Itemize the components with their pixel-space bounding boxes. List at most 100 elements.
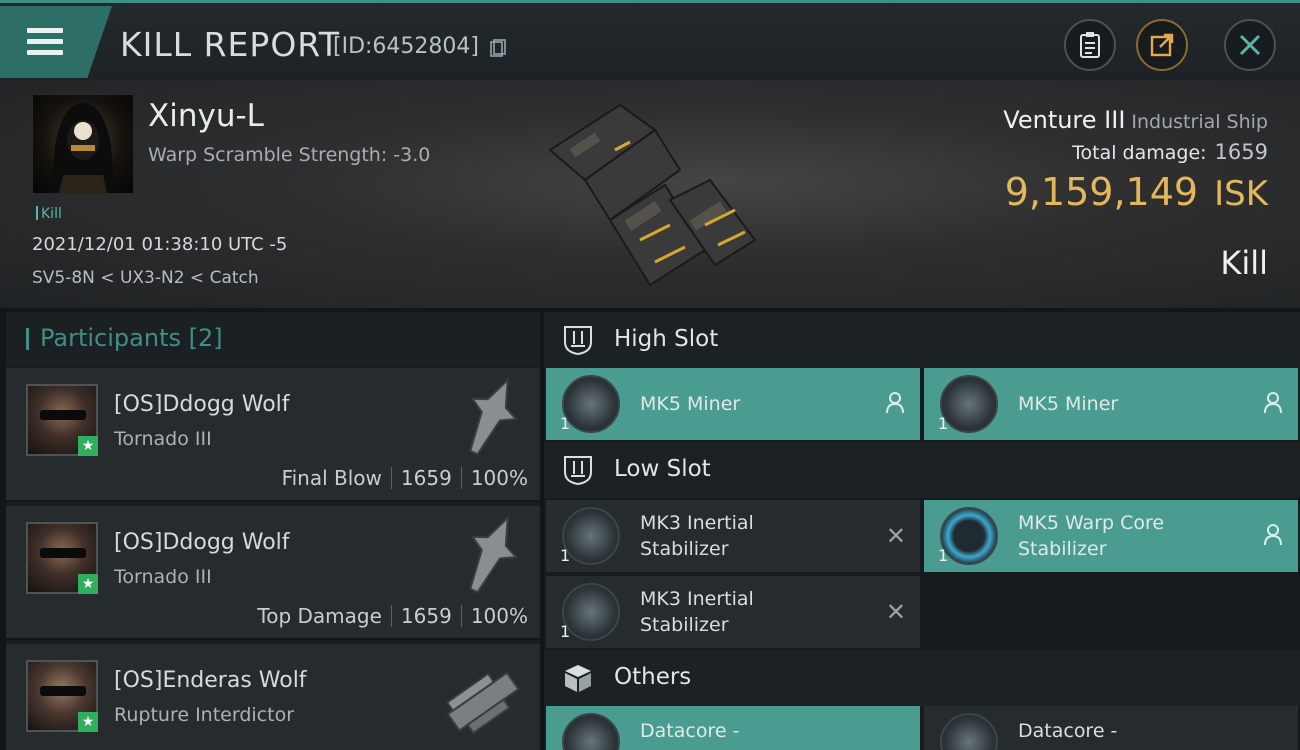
others-label: Others — [614, 664, 692, 690]
total-damage-label: Total damage: — [1072, 142, 1207, 164]
item-name: MK3 Inertial Stabilizer — [640, 512, 754, 560]
item-quantity: 1 — [560, 414, 571, 433]
participant-row[interactable]: ★ [OS]Ddogg Wolf Tornado III Top Damage 1… — [6, 506, 540, 640]
high-slot-icon — [564, 326, 592, 356]
item-name: Datacore - — [1018, 720, 1118, 742]
participant-stats: Top Damage 1659 100% — [257, 604, 528, 628]
participant-row[interactable]: ★ [OS]Ddogg Wolf Tornado III Final Blow 1… — [6, 368, 540, 502]
participant-ship-icon — [469, 377, 519, 456]
result-label: Kill — [1220, 244, 1268, 282]
slot-item[interactable]: 1 MK3 Inertial Stabilizer ✕ — [546, 576, 920, 648]
high-slot-header: High Slot — [544, 312, 1300, 368]
participant-role: Final Blow — [281, 466, 382, 490]
participants-panel[interactable]: Participants [2] ★ [OS]Ddogg Wolf Tornad… — [6, 312, 540, 750]
avatar[interactable]: ★ — [26, 660, 98, 732]
share-icon — [1150, 33, 1174, 57]
share-button[interactable] — [1136, 19, 1188, 71]
victim-name: Xinyu-L — [148, 98, 264, 134]
total-damage: Total damage: 1659 — [1072, 140, 1268, 164]
isk-unit: ISK — [1214, 174, 1268, 214]
person-icon — [886, 392, 904, 414]
participant-name: [OS]Enderas Wolf — [114, 668, 307, 693]
clipboard-icon — [1080, 32, 1100, 58]
slot-item[interactable]: Datacore - — [546, 706, 920, 750]
victim-ship-image — [548, 103, 757, 287]
slot-item[interactable]: 1 MK5 Miner — [546, 368, 920, 440]
copy-icon[interactable] — [490, 39, 506, 57]
participant-name: [OS]Ddogg Wolf — [114, 392, 290, 417]
top-bar: KILL REPORT [ID:6452804] — [0, 0, 1300, 80]
participant-percent: 100% — [470, 604, 528, 628]
miner-icon — [562, 375, 620, 433]
low-slot-header: Low Slot — [544, 442, 1300, 498]
isk-value: 9,159,149 ISK — [1005, 170, 1268, 214]
avatar[interactable]: ★ — [26, 384, 98, 456]
star-icon: ★ — [78, 712, 98, 732]
datacore-icon — [940, 713, 998, 750]
participants-count: [2] — [188, 324, 223, 352]
victim-portrait[interactable] — [32, 94, 134, 194]
item-quantity: 1 — [938, 414, 949, 433]
item-quantity: 1 — [938, 546, 949, 565]
cube-icon — [565, 665, 591, 692]
fitting-panel[interactable]: High Slot 1 MK5 Miner 1 MK5 Miner Low Sl… — [544, 312, 1300, 750]
participant-stats: Final Blow 1659 100% — [282, 466, 528, 490]
total-damage-value: 1659 — [1214, 140, 1268, 164]
participant-name: [OS]Ddogg Wolf — [114, 530, 290, 555]
participant-ship-icon — [469, 515, 519, 594]
datacore-icon — [562, 713, 620, 750]
inertial-stabilizer-icon — [562, 583, 620, 641]
isk-amount: 9,159,149 — [1004, 170, 1199, 214]
slot-item[interactable]: 1 MK5 Miner — [924, 368, 1298, 440]
x-icon: ✕ — [885, 522, 906, 550]
kill-summary: Xinyu-L Warp Scramble Strength: -3.0 Kil… — [0, 80, 1300, 308]
inertial-stabilizer-icon — [562, 507, 620, 565]
item-name: MK3 Inertial Stabilizer — [640, 588, 754, 636]
participant-role: Top Damage — [257, 604, 382, 628]
participant-row[interactable]: ★ [OS]Enderas Wolf Rupture Interdictor — [6, 644, 540, 750]
low-slot-label: Low Slot — [614, 456, 711, 482]
participant-ship: Rupture Interdictor — [114, 704, 294, 726]
participant-ship: Tornado III — [114, 428, 212, 450]
star-icon: ★ — [78, 574, 98, 594]
item-name: MK5 Warp Core Stabilizer — [1018, 512, 1165, 560]
page-title: KILL REPORT — [120, 25, 340, 64]
person-icon — [1264, 524, 1282, 546]
participant-damage: 1659 — [400, 466, 452, 490]
participant-ship: Tornado III — [114, 566, 212, 588]
participants-label: Participants — [40, 324, 181, 352]
kill-tag: Kill — [36, 206, 62, 222]
warp-core-stabilizer-icon — [940, 507, 998, 565]
participants-header: Participants [2] — [6, 312, 540, 366]
low-slot-icon — [564, 456, 592, 486]
person-icon — [1264, 392, 1282, 414]
slot-item[interactable]: Datacore - — [924, 706, 1298, 750]
miner-icon — [940, 375, 998, 433]
participant-damage: 1659 — [400, 604, 452, 628]
item-name: MK5 Miner — [1018, 393, 1119, 415]
close-button[interactable] — [1224, 19, 1276, 71]
participant-percent: 100% — [470, 466, 528, 490]
x-icon: ✕ — [885, 598, 906, 626]
item-quantity: 1 — [560, 546, 571, 565]
item-quantity: 1 — [560, 622, 571, 641]
slot-item[interactable]: 1 MK3 Inertial Stabilizer ✕ — [546, 500, 920, 572]
victim-ship: Venture III Industrial Ship — [1003, 106, 1268, 134]
slot-item[interactable]: 1 MK5 Warp Core Stabilizer — [924, 500, 1298, 572]
warp-scramble-strength: Warp Scramble Strength: -3.0 — [148, 144, 431, 166]
kill-location: SV5-8N < UX3-N2 < Catch — [32, 268, 259, 288]
star-icon: ★ — [78, 436, 98, 456]
menu-button[interactable] — [0, 6, 112, 78]
item-name: MK5 Miner — [640, 393, 741, 415]
kill-datetime: 2021/12/01 01:38:10 UTC -5 — [32, 234, 288, 255]
item-name: Datacore - — [640, 720, 740, 742]
ship-name: Venture III — [1003, 106, 1126, 134]
avatar[interactable]: ★ — [26, 522, 98, 594]
clipboard-button[interactable] — [1064, 19, 1116, 71]
others-header: Others — [544, 650, 1300, 706]
ship-class: Industrial Ship — [1131, 111, 1268, 133]
report-id: [ID:6452804] — [333, 34, 479, 59]
close-icon — [1239, 34, 1261, 56]
high-slot-label: High Slot — [614, 326, 719, 352]
participant-ship-icon — [445, 671, 520, 735]
